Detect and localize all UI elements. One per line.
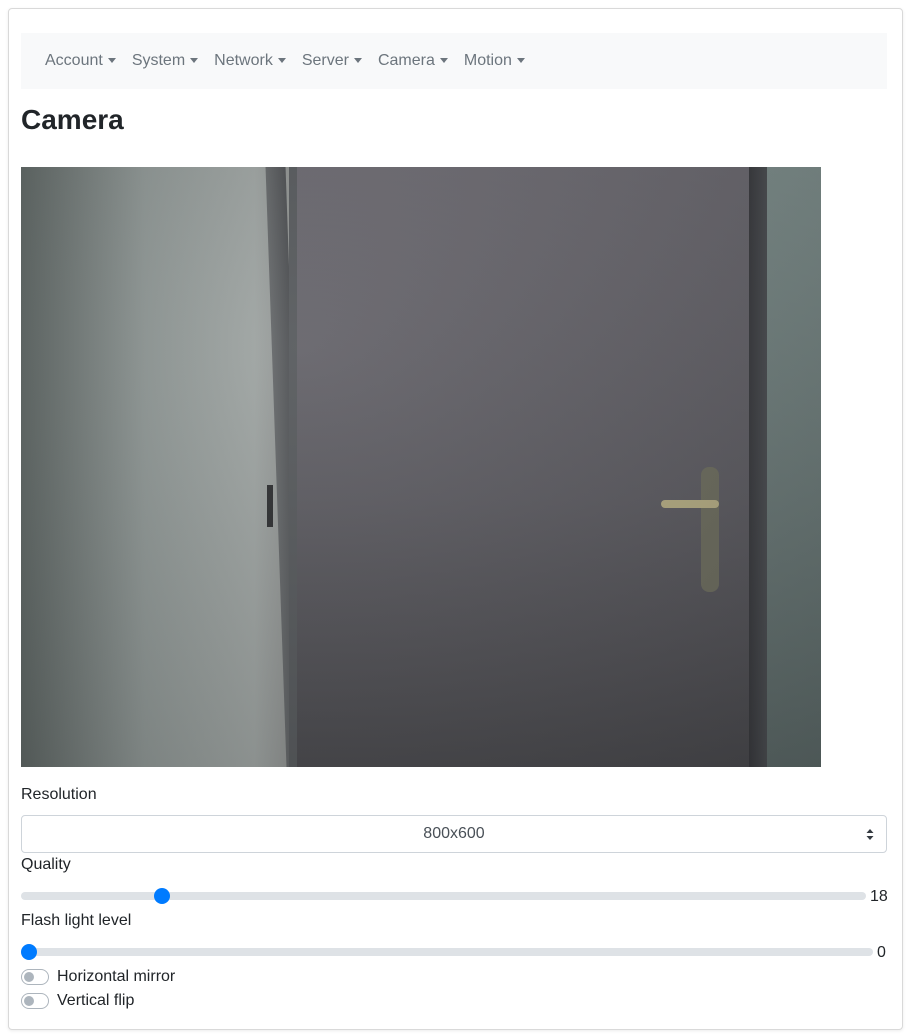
nav-network-label: Network: [214, 52, 273, 69]
toggle-knob: [24, 996, 34, 1006]
nav-account-label: Account: [45, 52, 103, 69]
flash-level-value: 0: [877, 944, 886, 961]
flash-level-label: Flash light level: [21, 912, 132, 929]
toggle-knob: [24, 972, 34, 982]
quality-slider-thumb[interactable]: [153, 888, 170, 904]
vertical-flip-toggle[interactable]: [21, 993, 49, 1009]
nav-network-dropdown[interactable]: Network: [214, 52, 286, 70]
navbar: Account System Network Server Camera Mot…: [21, 33, 887, 89]
horizontal-mirror-label: Horizontal mirror: [57, 968, 176, 985]
resolution-label: Resolution: [21, 786, 97, 803]
horizontal-mirror-row: Horizontal mirror: [21, 968, 175, 986]
nav-server-label: Server: [301, 52, 349, 69]
vertical-flip-row: Vertical flip: [21, 992, 134, 1010]
nav-camera-label: Camera: [377, 52, 435, 69]
caret-down-icon: [516, 57, 525, 63]
nav-system-label: System: [131, 52, 186, 69]
horizontal-mirror-toggle[interactable]: [21, 969, 49, 985]
select-arrows-icon: [866, 829, 874, 840]
camera-stream-image: [21, 167, 821, 767]
quality-label: Quality: [21, 856, 71, 873]
flash-level-slider-track[interactable]: [21, 948, 873, 956]
caret-down-icon: [190, 57, 199, 63]
quality-value: 18: [870, 888, 888, 905]
nav-system-dropdown[interactable]: System: [131, 52, 199, 70]
nav-camera-dropdown[interactable]: Camera: [378, 52, 448, 70]
nav-motion-dropdown[interactable]: Motion: [464, 52, 525, 70]
caret-down-icon: [353, 57, 362, 63]
caret-down-icon: [277, 57, 286, 63]
stream-lighting: [21, 167, 821, 767]
resolution-selected-value: 800x600: [423, 825, 485, 842]
resolution-select[interactable]: 800x600: [21, 815, 887, 853]
nav-server-dropdown[interactable]: Server: [302, 52, 362, 70]
nav-motion-label: Motion: [463, 52, 512, 69]
nav-account-dropdown[interactable]: Account: [45, 52, 116, 70]
flash-level-slider-thumb[interactable]: [21, 944, 37, 960]
quality-slider-track[interactable]: [21, 892, 866, 900]
page-title: Camera: [21, 104, 124, 135]
caret-down-icon: [107, 57, 116, 63]
vertical-flip-label: Vertical flip: [57, 992, 135, 1009]
caret-down-icon: [439, 57, 448, 63]
